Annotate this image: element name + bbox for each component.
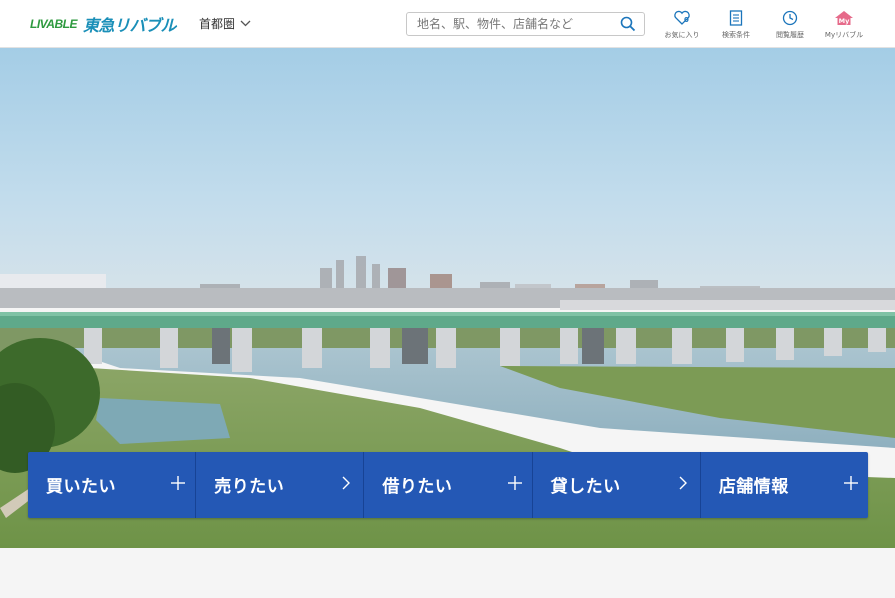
menu-lease[interactable]: 貸したい — [533, 452, 701, 518]
history-label: 閲覧履歴 — [776, 31, 804, 39]
chevron-right-icon — [342, 476, 351, 490]
plus-icon — [171, 476, 186, 490]
content-area — [0, 548, 895, 598]
chevron-right-icon — [679, 476, 687, 490]
menu-rent-label: 借りたい — [382, 477, 453, 497]
menu-lease-label: 貸したい — [550, 477, 621, 497]
menu-rent[interactable]: 借りたい — [364, 452, 533, 518]
favorites-button[interactable]: 0 お気に入り — [654, 10, 710, 40]
menu-store-info-label: 店舗情報 — [718, 477, 789, 497]
logo-text: 東急リバブル — [82, 16, 177, 35]
document-icon — [729, 10, 743, 26]
menu-buy[interactable]: 買いたい — [28, 452, 197, 518]
house-icon: My — [835, 11, 853, 25]
clock-icon — [782, 10, 798, 26]
my-badge-text: My — [839, 17, 850, 25]
menu-buy-label: 買いたい — [46, 477, 116, 497]
logo-mark: LIVABLE — [30, 17, 77, 31]
menu-store-info[interactable]: 店舗情報 — [701, 452, 868, 518]
main-menu-bar: 買いたい 売りたい 借りたい 貸したい 店舗情報 — [28, 452, 868, 518]
site-header: LIVABLE 東急リバブル 首都圏 0 お気に入り 検索条件 — [0, 0, 895, 48]
plus-icon — [844, 476, 859, 490]
site-logo[interactable]: LIVABLE 東急リバブル — [30, 13, 176, 35]
favorites-label: お気に入り — [664, 31, 700, 39]
search-conditions-label: 検索条件 — [722, 31, 750, 39]
search-conditions-button[interactable]: 検索条件 — [708, 10, 764, 40]
search-input[interactable] — [407, 13, 622, 35]
menu-sell-label: 売りたい — [214, 477, 285, 497]
my-livable-button[interactable]: My Myリバブル — [816, 10, 872, 40]
search-icon[interactable] — [620, 16, 636, 32]
menu-sell[interactable]: 売りたい — [196, 452, 365, 518]
search-box — [406, 12, 645, 36]
plus-icon — [507, 476, 522, 490]
region-label: 首都圏 — [199, 17, 236, 31]
my-livable-label: Myリバブル — [824, 31, 864, 39]
chevron-down-icon — [240, 20, 251, 27]
history-button[interactable]: 閲覧履歴 — [762, 10, 818, 40]
region-selector[interactable]: 首都圏 — [199, 15, 251, 32]
favorites-count: 0 — [684, 16, 689, 24]
